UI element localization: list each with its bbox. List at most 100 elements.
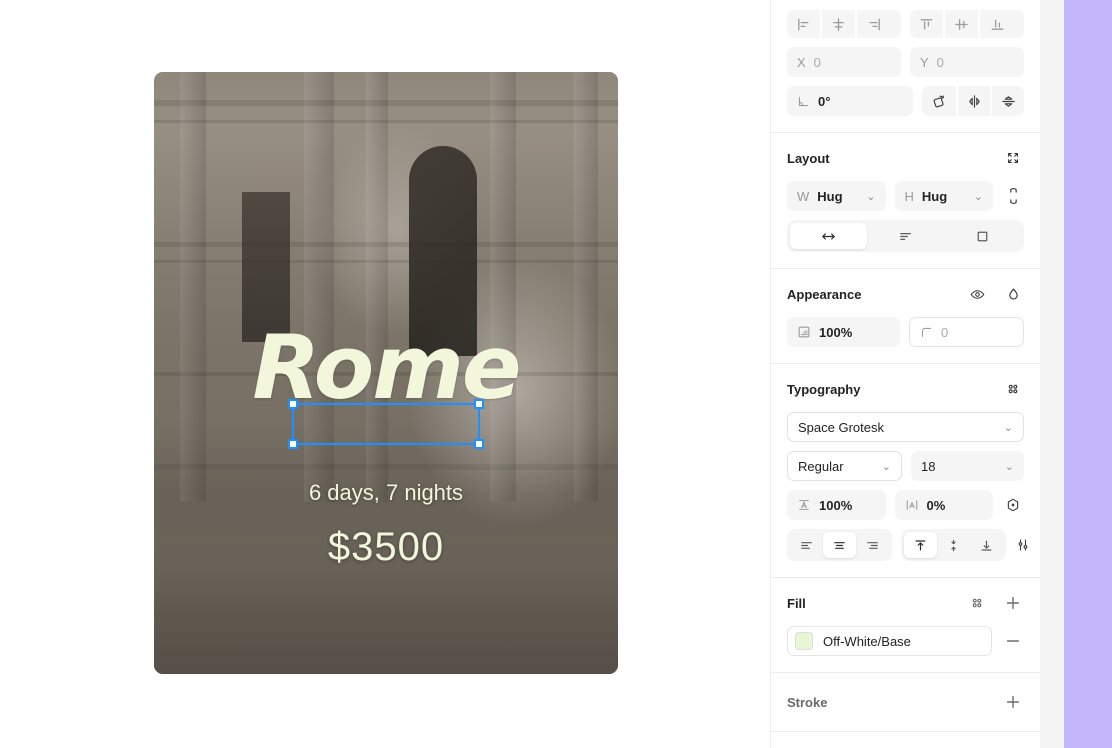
typography-settings-icon[interactable] bbox=[1002, 378, 1024, 400]
font-style-row: Regular ⌄ 18 ⌄ bbox=[787, 451, 1024, 481]
app-root: Rome 6 days, 7 nights $3500 X 0 Y 0 0° L… bbox=[0, 0, 1112, 748]
height-label: H bbox=[904, 188, 914, 204]
align-left-icon[interactable] bbox=[787, 10, 822, 38]
appearance-header: Appearance bbox=[787, 283, 1024, 305]
text-align-right-icon[interactable] bbox=[856, 532, 889, 558]
y-position-input[interactable]: Y 0 bbox=[910, 47, 1024, 77]
opacity-input[interactable]: 100% bbox=[787, 317, 900, 347]
font-size-input[interactable]: 18 ⌄ bbox=[911, 451, 1024, 481]
text-lines-icon bbox=[897, 228, 914, 245]
width-label: W bbox=[797, 188, 810, 204]
text-align-row bbox=[787, 529, 1028, 561]
align-position-section: X 0 Y 0 0° bbox=[771, 0, 1040, 133]
eye-icon[interactable] bbox=[966, 283, 988, 305]
typography-section: Typography Space Grotesk ⌄ Regular ⌄ 18 … bbox=[771, 364, 1040, 578]
font-size-chevron-down-icon[interactable]: ⌄ bbox=[1005, 460, 1014, 473]
font-weight-select[interactable]: Regular ⌄ bbox=[787, 451, 902, 481]
appearance-row: 100% 0 bbox=[787, 317, 1024, 347]
line-height-value: 100% bbox=[819, 497, 853, 513]
y-value: 0 bbox=[936, 54, 944, 70]
fill-color-chip[interactable]: Off-White/Base bbox=[787, 626, 992, 656]
line-height-icon bbox=[797, 498, 811, 512]
height-chevron-down-icon[interactable]: ⌄ bbox=[974, 190, 983, 203]
rotation-value: 0° bbox=[818, 93, 831, 109]
flip-vertical-icon[interactable] bbox=[990, 86, 1024, 116]
collapse-icon[interactable] bbox=[1002, 147, 1024, 169]
corner-radius-value: 0 bbox=[941, 324, 949, 340]
rotation-row: 0° bbox=[787, 86, 1024, 116]
design-canvas[interactable]: Rome 6 days, 7 nights $3500 bbox=[0, 0, 770, 748]
stroke-section[interactable]: Stroke bbox=[771, 673, 1040, 732]
resize-mode-button[interactable] bbox=[790, 223, 867, 249]
fill-title: Fill bbox=[787, 595, 806, 611]
text-align-vertical-group[interactable] bbox=[901, 529, 1006, 561]
width-chevron-down-icon[interactable]: ⌄ bbox=[866, 190, 875, 203]
x-label: X bbox=[797, 54, 806, 70]
effects-section[interactable]: Effects bbox=[771, 732, 1040, 748]
text-options-icon[interactable] bbox=[1002, 494, 1024, 516]
remove-fill-icon[interactable] bbox=[1002, 630, 1024, 652]
rotate-icon[interactable] bbox=[922, 86, 956, 116]
letter-spacing-input[interactable]: 0% bbox=[894, 490, 993, 520]
width-input[interactable]: W Hug ⌄ bbox=[787, 181, 886, 211]
width-value: Hug bbox=[817, 188, 843, 204]
font-family-select[interactable]: Space Grotesk ⌄ bbox=[787, 412, 1024, 442]
typography-title: Typography bbox=[787, 381, 861, 397]
flip-horizontal-icon[interactable] bbox=[956, 86, 990, 116]
text-align-top-icon[interactable] bbox=[904, 532, 937, 558]
card-headline[interactable]: Rome bbox=[154, 324, 618, 412]
add-stroke-icon[interactable] bbox=[1002, 691, 1024, 713]
corner-radius-input[interactable]: 0 bbox=[909, 317, 1024, 347]
letter-spacing-value: 0% bbox=[926, 497, 946, 513]
align-vertical-group[interactable] bbox=[910, 10, 1024, 38]
layout-modes-group[interactable] bbox=[787, 220, 1024, 252]
text-align-left-icon[interactable] bbox=[790, 532, 823, 558]
font-weight-value: Regular bbox=[798, 458, 844, 474]
droplet-icon[interactable] bbox=[1002, 283, 1024, 305]
size-row: W Hug ⌄ H Hug ⌄ bbox=[787, 181, 1024, 211]
layout-header: Layout bbox=[787, 147, 1024, 169]
align-horizontal-group[interactable] bbox=[787, 10, 901, 38]
design-card[interactable]: Rome 6 days, 7 nights $3500 bbox=[154, 72, 618, 674]
text-align-horizontal-group[interactable] bbox=[787, 529, 892, 561]
square-icon bbox=[974, 228, 991, 245]
align-top-icon[interactable] bbox=[910, 10, 945, 38]
corner-radius-icon bbox=[920, 326, 933, 339]
text-align-bottom-icon[interactable] bbox=[970, 532, 1003, 558]
font-weight-chevron-down-icon[interactable]: ⌄ bbox=[882, 460, 891, 473]
text-align-middle-icon[interactable] bbox=[937, 532, 970, 558]
fill-style-name: Off-White/Base bbox=[823, 633, 911, 649]
fill-styles-icon[interactable] bbox=[966, 592, 988, 614]
clip-content-mode-button[interactable] bbox=[944, 223, 1021, 249]
text-wrap-mode-button[interactable] bbox=[867, 223, 944, 249]
appearance-title: Appearance bbox=[787, 286, 862, 302]
card-subline[interactable]: 6 days, 7 nights bbox=[154, 478, 618, 508]
align-horizontal-center-icon[interactable] bbox=[822, 10, 857, 38]
height-input[interactable]: H Hug ⌄ bbox=[894, 181, 993, 211]
letter-spacing-icon bbox=[905, 498, 919, 512]
opacity-icon bbox=[797, 325, 811, 339]
angle-icon bbox=[797, 95, 810, 108]
fill-item-row: Off-White/Base bbox=[787, 626, 1024, 656]
font-family-chevron-down-icon[interactable]: ⌄ bbox=[1004, 421, 1013, 434]
x-position-input[interactable]: X 0 bbox=[787, 47, 901, 77]
right-accent-strip bbox=[1064, 0, 1112, 748]
text-align-center-icon[interactable] bbox=[823, 532, 856, 558]
rotation-input[interactable]: 0° bbox=[787, 86, 913, 116]
layout-section: Layout W Hug ⌄ H Hug ⌄ bbox=[771, 133, 1040, 269]
align-bottom-icon[interactable] bbox=[980, 10, 1015, 38]
arrows-horizontal-icon bbox=[820, 228, 837, 245]
sliders-icon[interactable] bbox=[1015, 534, 1031, 556]
card-price[interactable]: $3500 bbox=[154, 524, 618, 570]
fill-swatch[interactable] bbox=[795, 632, 813, 650]
align-right-icon[interactable] bbox=[857, 10, 892, 38]
add-fill-icon[interactable] bbox=[1002, 592, 1024, 614]
line-height-input[interactable]: 100% bbox=[787, 490, 886, 520]
position-row: X 0 Y 0 bbox=[787, 47, 1024, 77]
link-ratio-icon[interactable] bbox=[1002, 185, 1024, 207]
transform-group[interactable] bbox=[922, 86, 1024, 116]
layout-title: Layout bbox=[787, 150, 830, 166]
spacing-row: 100% 0% bbox=[787, 490, 1024, 520]
layout-modes-row bbox=[787, 220, 1024, 252]
align-vertical-center-icon[interactable] bbox=[945, 10, 980, 38]
